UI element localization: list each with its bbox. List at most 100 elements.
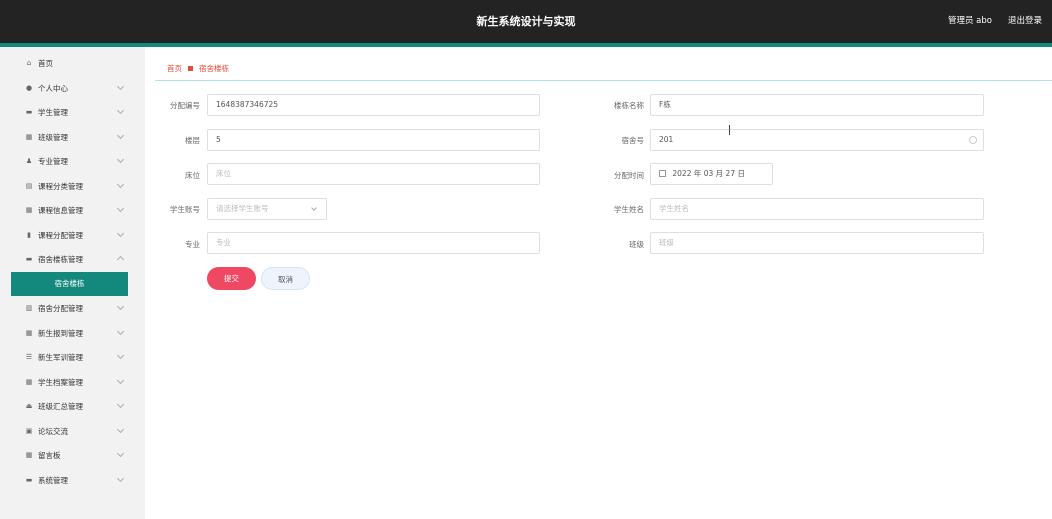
sidebar-item-label: 新生军训管理 — [38, 352, 83, 362]
floor-label: 楼层 — [185, 136, 200, 145]
sidebar-item-course-info[interactable]: ▦ 课程信息管理 — [0, 198, 145, 222]
chevron-down-icon — [116, 474, 125, 483]
chevron-down-icon — [116, 82, 125, 91]
sidebar-item-forum[interactable]: ▣ 论坛交流 — [0, 419, 145, 443]
major-label: 专业 — [185, 240, 200, 249]
system-icon: ▬ — [25, 476, 33, 484]
bed-input[interactable]: 床位 — [207, 163, 540, 185]
person-icon: ♟ — [25, 157, 33, 165]
class-label: 班级 — [629, 240, 644, 249]
sidebar-item-profile[interactable]: ● 个人中心 — [0, 76, 145, 100]
text-cursor-icon — [729, 125, 730, 135]
sidebar-item-class-summary[interactable]: ⏏ 班级汇总管理 — [0, 394, 145, 418]
class-input[interactable]: 班级 — [650, 232, 984, 254]
sidebar-item-system[interactable]: ▬ 系统管理 — [0, 468, 145, 492]
current-user[interactable]: 管理员 abo — [948, 0, 992, 43]
room-no-input[interactable]: 201 — [650, 129, 984, 151]
breadcrumb: 首页 宿舍楼栋 — [167, 63, 229, 74]
chevron-down-icon — [116, 449, 125, 458]
breadcrumb-separator-icon — [188, 66, 193, 71]
sidebar-item-classes[interactable]: ▦ 班级管理 — [0, 125, 145, 149]
sidebar-item-label: 宿舍楼栋管理 — [38, 254, 83, 264]
student-account-placeholder: 请选择学生账号 — [216, 204, 269, 213]
home-icon: ⌂ — [26, 59, 32, 67]
chevron-down-icon — [116, 155, 125, 164]
floor-input[interactable]: 5 — [207, 129, 540, 151]
logout-link[interactable]: 退出登录 — [1008, 0, 1042, 43]
major-input[interactable]: 专业 — [207, 232, 540, 254]
submit-button[interactable]: 提交 — [207, 267, 256, 290]
document-icon: ▥ — [25, 304, 33, 312]
student-name-input[interactable]: 学生姓名 — [650, 198, 984, 220]
chevron-down-icon — [116, 229, 125, 238]
sidebar-item-label: 系统管理 — [38, 475, 68, 485]
sidebar-item-label: 课程信息管理 — [38, 205, 83, 215]
breadcrumb-current: 宿舍楼栋 — [199, 64, 229, 73]
chevron-down-icon — [116, 351, 125, 360]
sidebar-item-course-categories[interactable]: ▤ 课程分类管理 — [0, 174, 145, 198]
sidebar-item-label: 论坛交流 — [38, 426, 68, 436]
bed-label: 床位 — [185, 171, 200, 180]
chevron-up-icon — [116, 255, 125, 264]
clear-icon[interactable] — [969, 136, 977, 144]
sidebar-item-label: 宿舍分配管理 — [38, 303, 83, 313]
alloc-time-value: 2022 年 03 月 27 日 — [672, 169, 745, 178]
eject-icon: ⏏ — [25, 402, 33, 410]
student-account-select[interactable]: 请选择学生账号 — [207, 198, 327, 220]
sidebar-item-registration[interactable]: ▦ 新生报到管理 — [0, 321, 145, 345]
chevron-down-icon — [116, 400, 125, 409]
student-account-label: 学生账号 — [170, 205, 200, 214]
room-no-value: 201 — [659, 135, 674, 144]
sidebar-item-military-training[interactable]: ☰ 新生军训管理 — [0, 345, 145, 369]
menu-lines-icon: ☰ — [25, 353, 33, 361]
grid-icon: ▦ — [25, 133, 33, 141]
chevron-down-icon — [311, 205, 317, 211]
student-name-label: 学生姓名 — [614, 205, 644, 214]
chevron-down-icon — [116, 327, 125, 336]
sidebar-item-message-board[interactable]: ▦ 留言板 — [0, 443, 145, 467]
sidebar-item-label: 班级汇总管理 — [38, 401, 83, 411]
alloc-no-label: 分配编号 — [170, 101, 200, 110]
alloc-time-picker[interactable]: 2022 年 03 月 27 日 — [650, 163, 773, 185]
sidebar-item-label: 首页 — [38, 58, 53, 68]
building-icon: ▬ — [25, 255, 33, 263]
sidebar-item-label: 课程分类管理 — [38, 181, 83, 191]
building-name-label: 楼栋名称 — [614, 101, 644, 110]
sidebar-item-label: 专业管理 — [38, 156, 68, 166]
sidebar-item-majors[interactable]: ♟ 专业管理 — [0, 149, 145, 173]
building-name-input[interactable]: F栋 — [650, 94, 984, 116]
user-icon: ● — [25, 84, 33, 92]
breadcrumb-divider — [155, 80, 1052, 81]
sidebar-item-label: 班级管理 — [38, 132, 68, 142]
alloc-no-input[interactable]: 1648387346725 — [207, 94, 540, 116]
chevron-down-icon — [116, 376, 125, 385]
sidebar-item-dorm-allocation[interactable]: ▥ 宿舍分配管理 — [0, 296, 145, 320]
sidebar-item-label: 留言板 — [38, 450, 61, 460]
cancel-button[interactable]: 取消 — [261, 267, 310, 290]
sidebar-item-label: 个人中心 — [38, 83, 68, 93]
chevron-down-icon — [116, 131, 125, 140]
breadcrumb-home[interactable]: 首页 — [167, 63, 182, 74]
sidebar-item-label: 课程分配管理 — [38, 230, 83, 240]
list-icon: ▤ — [25, 182, 33, 190]
sidebar-subitem-dorm-building[interactable]: 宿舍楼栋 — [11, 272, 128, 296]
top-bar: 新生系统设计与实现 管理员 abo 退出登录 — [0, 0, 1052, 43]
sidebar-item-home[interactable]: ⌂ 首页 — [0, 51, 145, 75]
bar-chart-icon: ▮ — [27, 231, 31, 239]
sidebar-item-course-allocation[interactable]: ▮ 课程分配管理 — [0, 223, 145, 247]
app-title: 新生系统设计与实现 — [476, 15, 576, 28]
grid-icon: ▦ — [25, 206, 33, 214]
sidebar-item-students[interactable]: ▬ 学生管理 — [0, 100, 145, 124]
calendar-icon — [659, 170, 666, 177]
chevron-down-icon — [116, 180, 125, 189]
sidebar-item-student-archives[interactable]: ▦ 学生档案管理 — [0, 370, 145, 394]
sidebar: ⌂ 首页 ● 个人中心 ▬ 学生管理 ▦ 班级管理 ♟ 专业管理 ▤ 课程分类管… — [0, 47, 145, 519]
chevron-down-icon — [116, 204, 125, 213]
forum-icon: ▣ — [25, 427, 33, 435]
sidebar-item-dorm-buildings[interactable]: ▬ 宿舍楼栋管理 — [0, 247, 145, 271]
grid-icon: ▦ — [25, 378, 33, 386]
alloc-time-label: 分配时间 — [614, 171, 644, 180]
grid-icon: ▦ — [25, 329, 33, 337]
chevron-down-icon — [116, 425, 125, 434]
room-no-label: 宿舍号 — [621, 136, 645, 145]
